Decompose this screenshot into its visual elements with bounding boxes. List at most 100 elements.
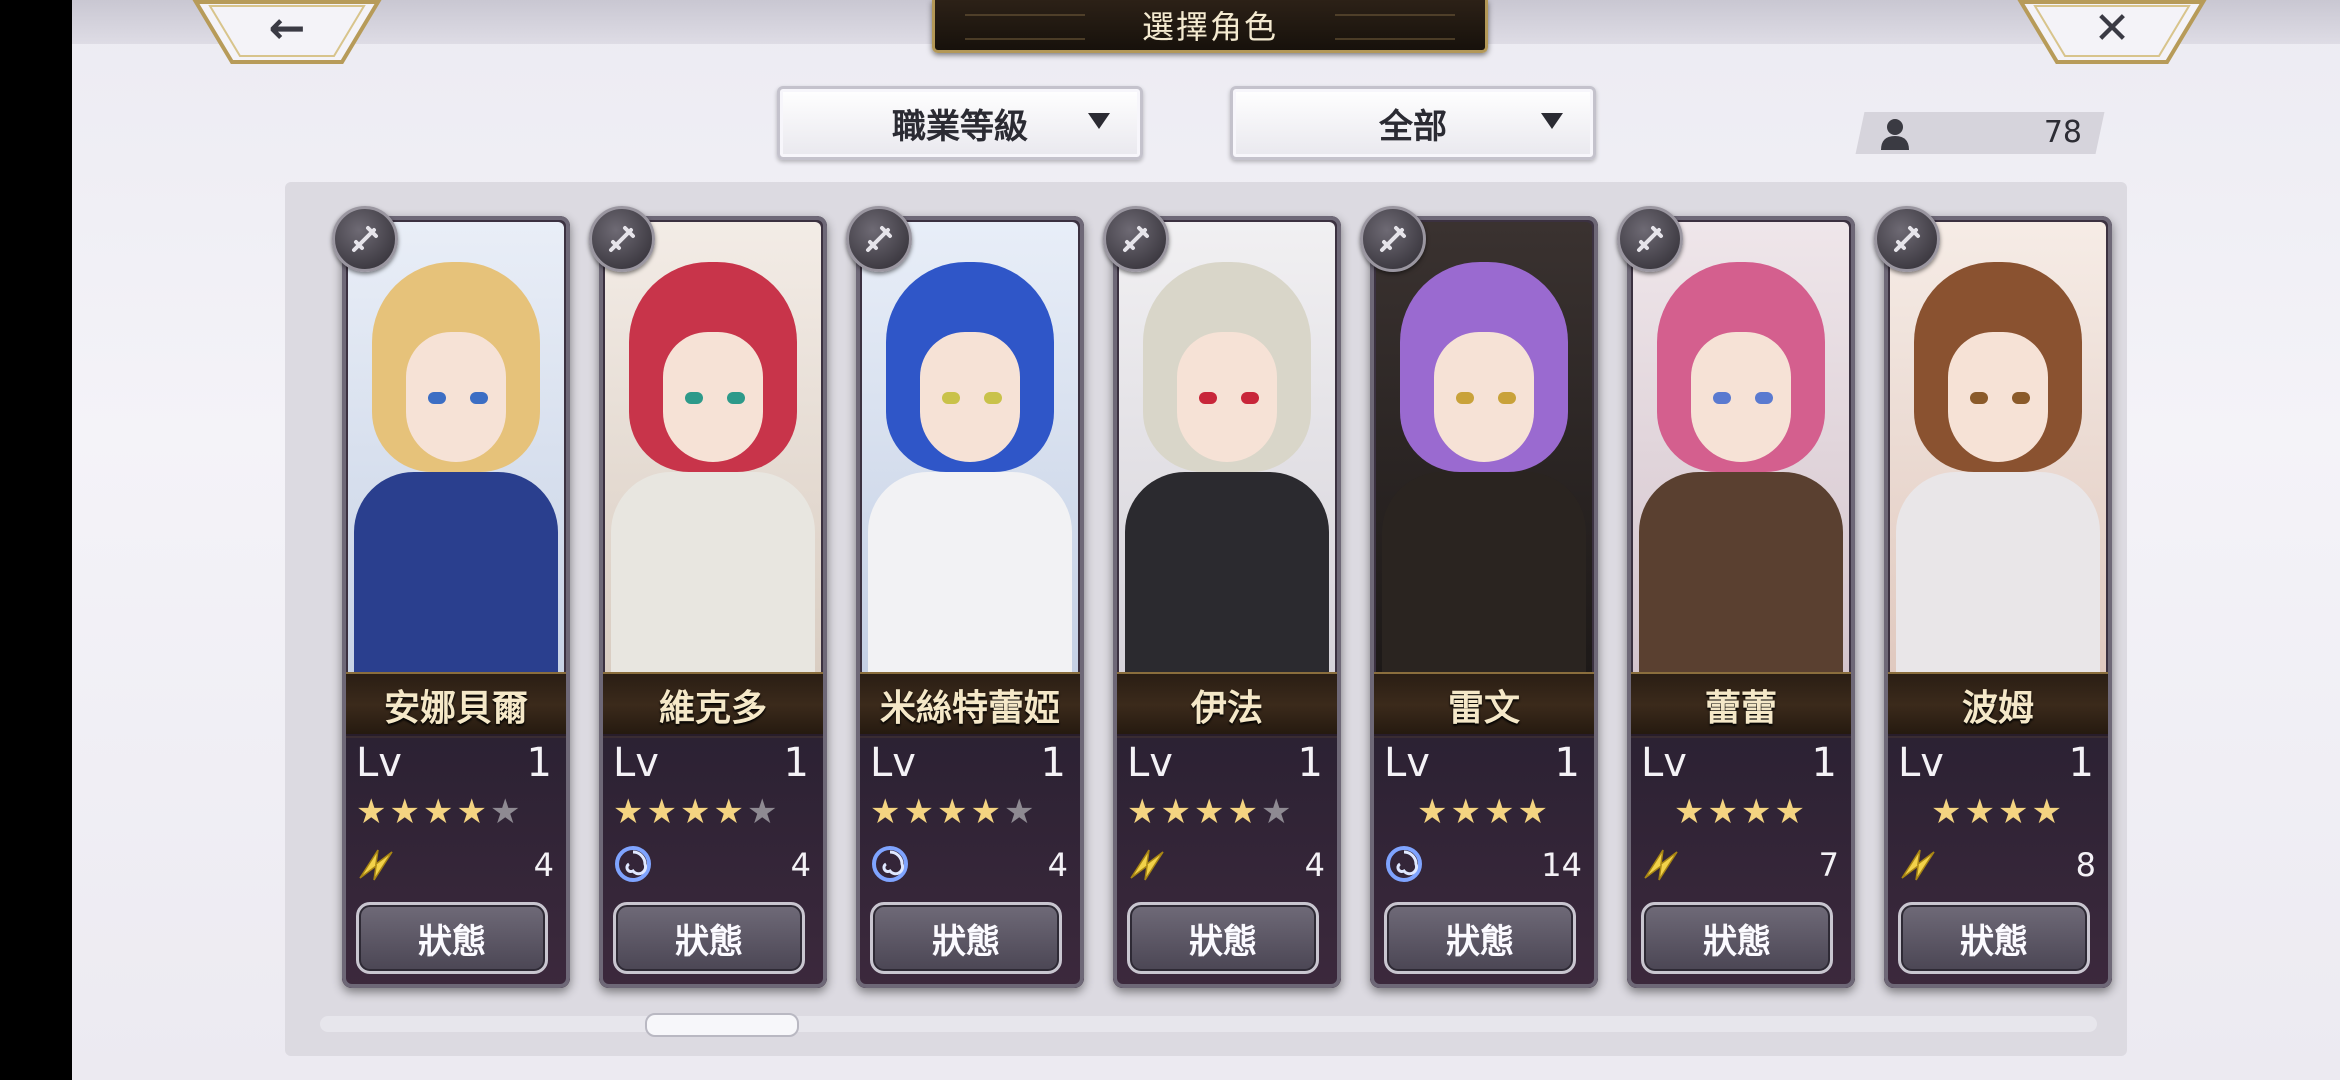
- star-icon: ★: [1931, 792, 1965, 832]
- element-count: 7: [1818, 846, 1839, 884]
- character-stats: Lv 1 ★★★★★ 4 狀態: [342, 734, 570, 988]
- status-button[interactable]: 狀態: [870, 902, 1062, 974]
- star-icon: ★: [970, 792, 1004, 832]
- portrait-body: [354, 472, 558, 672]
- rarity-stars: ★★★★★: [356, 792, 523, 832]
- portrait-eye: [1970, 392, 1988, 404]
- star-empty-icon: ★: [1260, 792, 1295, 832]
- status-button[interactable]: 狀態: [1127, 902, 1319, 974]
- blade-icon: [589, 206, 655, 272]
- star-icon: ★: [1450, 792, 1484, 832]
- star-icon: ★: [1741, 792, 1775, 832]
- star-empty-icon: ★: [746, 792, 781, 832]
- close-icon: ✕: [2093, 2, 2131, 54]
- star-icon: ★: [456, 792, 490, 832]
- star-icon: ★: [1160, 792, 1194, 832]
- character-card[interactable]: 雷文 Lv 1 ★★★★ 14 狀態: [1370, 216, 1598, 988]
- character-name: 維克多: [599, 672, 827, 738]
- portrait-eye: [1498, 392, 1516, 404]
- character-card[interactable]: 伊法 Lv 1 ★★★★★ 4 狀態: [1113, 216, 1341, 988]
- star-icon: ★: [2031, 792, 2065, 832]
- lightning-wing-icon: [1898, 844, 1938, 884]
- star-icon: ★: [1127, 792, 1161, 832]
- chevron-down-icon: [1541, 113, 1563, 129]
- portrait-face: [920, 332, 1020, 462]
- star-icon: ★: [936, 792, 971, 832]
- class-level-sort-dropdown[interactable]: 職業等級: [777, 86, 1143, 160]
- level-value: 1: [1040, 740, 1066, 786]
- portrait-eye: [727, 392, 745, 404]
- character-stats: Lv 1 ★★★★ 14 狀態: [1370, 734, 1598, 988]
- level-label: Lv: [870, 740, 916, 786]
- portrait-eye: [428, 392, 446, 404]
- star-icon: ★: [613, 792, 647, 832]
- character-portrait: [1376, 222, 1592, 672]
- level-value: 1: [2068, 740, 2094, 786]
- status-button[interactable]: 狀態: [1898, 902, 2090, 974]
- character-card[interactable]: 蕾蕾 Lv 1 ★★★★ 7 狀態: [1627, 216, 1855, 988]
- star-empty-icon: ★: [1003, 792, 1038, 832]
- status-button[interactable]: 狀態: [1641, 902, 1833, 974]
- star-icon: ★: [1964, 792, 1998, 832]
- star-icon: ★: [1674, 792, 1708, 832]
- level-label: Lv: [356, 740, 402, 786]
- character-name: 蕾蕾: [1627, 672, 1855, 738]
- portrait-face: [406, 332, 506, 462]
- wind-swirl-icon: [613, 844, 653, 884]
- back-button[interactable]: ←: [192, 0, 382, 64]
- dropdown-label: 全部: [1379, 106, 1447, 147]
- filter-all-dropdown[interactable]: 全部: [1230, 86, 1596, 160]
- character-select-screen: ← 選擇角色 ✕ 職業等級 全部 78 安娜貝爾 Lv 1 ★★★★★ 4 狀態 維克多 Lv…: [72, 0, 2340, 1080]
- dropdown-label: 職業等級: [892, 106, 1028, 147]
- back-arrow-icon: ←: [268, 2, 306, 54]
- character-stats: Lv 1 ★★★★★ 4 狀態: [856, 734, 1084, 988]
- character-stats: Lv 1 ★★★★★ 4 狀態: [1113, 734, 1341, 988]
- page-title: 選擇角色: [932, 0, 1488, 53]
- level-label: Lv: [1384, 740, 1430, 786]
- horizontal-scrollbar[interactable]: [320, 1016, 2097, 1032]
- lightning-wing-icon: [1641, 844, 1681, 884]
- character-portrait: [1119, 222, 1335, 672]
- level-value: 1: [526, 740, 552, 786]
- level-value: 1: [1554, 740, 1580, 786]
- status-button[interactable]: 狀態: [356, 902, 548, 974]
- character-portrait: [1633, 222, 1849, 672]
- rarity-stars: ★★★★: [1884, 792, 2112, 832]
- star-icon: ★: [679, 792, 714, 832]
- staff-icon: [1617, 206, 1683, 272]
- status-button[interactable]: 狀態: [1384, 902, 1576, 974]
- bow-icon: [846, 206, 912, 272]
- star-icon: ★: [1517, 792, 1551, 832]
- star-icon: ★: [903, 792, 937, 832]
- character-portrait: [862, 222, 1078, 672]
- character-portrait: [1890, 222, 2106, 672]
- character-card[interactable]: 維克多 Lv 1 ★★★★★ 4 狀態: [599, 216, 827, 988]
- portrait-body: [1125, 472, 1329, 672]
- level-label: Lv: [1898, 740, 1944, 786]
- portrait-body: [868, 472, 1072, 672]
- wind-swirl-icon: [1384, 844, 1424, 884]
- element-count: 4: [1047, 846, 1068, 884]
- status-button[interactable]: 狀態: [613, 902, 805, 974]
- portrait-eye: [2012, 392, 2030, 404]
- star-icon: ★: [389, 792, 423, 832]
- lightning-wing-icon: [356, 844, 396, 884]
- portrait-eye: [942, 392, 960, 404]
- portrait-face: [663, 332, 763, 462]
- portrait-eye: [984, 392, 1002, 404]
- portrait-eye: [1241, 392, 1259, 404]
- level-value: 1: [1811, 740, 1837, 786]
- rarity-stars: ★★★★★: [613, 792, 780, 832]
- character-card[interactable]: 波姆 Lv 1 ★★★★ 8 狀態: [1884, 216, 2112, 988]
- scrollbar-thumb[interactable]: [645, 1013, 800, 1037]
- character-card[interactable]: 米絲特蕾婭 Lv 1 ★★★★★ 4 狀態: [856, 216, 1084, 988]
- roster-count: 78: [1872, 112, 2102, 154]
- level-label: Lv: [1127, 740, 1173, 786]
- close-button[interactable]: ✕: [2017, 0, 2207, 64]
- star-icon: ★: [422, 792, 457, 832]
- portrait-face: [1948, 332, 2048, 462]
- character-name: 波姆: [1884, 672, 2112, 738]
- level-value: 1: [783, 740, 809, 786]
- character-card[interactable]: 安娜貝爾 Lv 1 ★★★★★ 4 狀態: [342, 216, 570, 988]
- portrait-body: [611, 472, 815, 672]
